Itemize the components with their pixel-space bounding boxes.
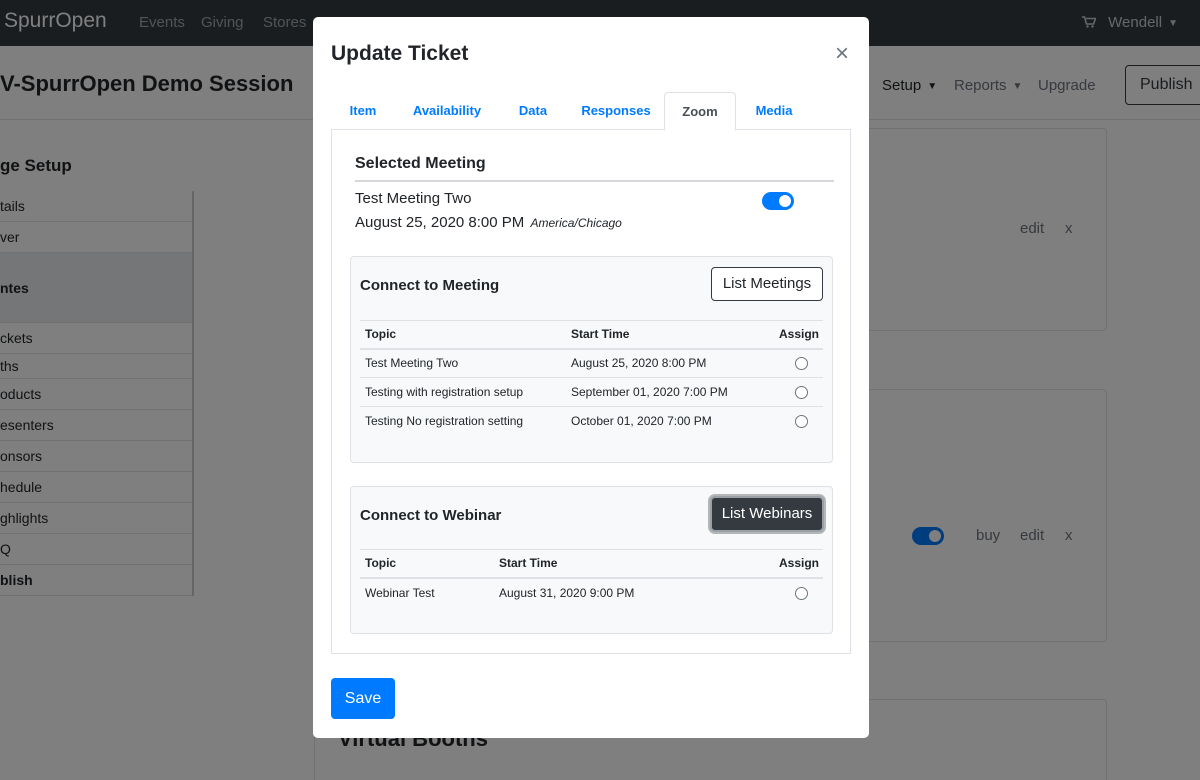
list-webinars-button[interactable]: List Webinars [710,496,824,532]
assign-radio[interactable] [795,586,808,600]
update-ticket-modal: Update Ticket × Item Availability Data R… [313,17,869,738]
table-row: Testing with registration setup Septembe… [360,377,823,407]
meeting-topic: Testing No registration setting [365,414,524,429]
tab-data[interactable]: Data [501,92,565,130]
column-header-assign: Assign [764,320,823,350]
meeting-topic: Testing with registration setup [360,377,566,407]
selected-meeting-heading: Selected Meeting [355,155,486,172]
meeting-topic: Test Meeting Two [360,348,566,378]
tab-responses[interactable]: Responses [569,92,663,130]
selected-meeting-datetime: August 25, 2020 8:00 PM America/Chicago [355,214,622,231]
modal-title: Update Ticket [331,42,469,65]
column-header-start-time: Start Time [566,320,765,350]
connect-meeting-card: Connect to Meeting List Meetings Topic S… [350,256,833,463]
column-header-assign: Assign [740,549,823,579]
tab-media[interactable]: Media [742,92,806,130]
table-row: Testing No registration setting October … [360,407,823,436]
column-header-topic: Topic [360,320,566,350]
meeting-enabled-toggle[interactable] [762,192,794,210]
selected-meeting-name: Test Meeting Two [355,190,472,207]
save-button[interactable]: Save [331,678,395,719]
assign-radio[interactable] [795,386,808,400]
assign-radio[interactable] [795,415,808,429]
divider [355,180,834,182]
connect-webinar-card: Connect to Webinar List Webinars Topic S… [350,486,833,634]
table-row: Test Meeting Two August 25, 2020 8:00 PM [360,348,823,378]
zoom-tab-pane: Selected Meeting Test Meeting Two August… [331,129,851,654]
webinar-topic: Webinar Test [365,585,435,600]
meeting-start-time: August 25, 2020 8:00 PM [566,348,765,378]
meeting-start-time: September 01, 2020 7:00 PM [566,377,765,407]
column-header-start-time: Start Time [494,549,741,579]
meeting-start-time: October 01, 2020 7:00 PM [571,414,712,429]
meeting-timezone: America/Chicago [530,216,622,230]
close-icon[interactable]: × [831,42,853,66]
assign-radio[interactable] [795,357,808,371]
meeting-datetime: August 25, 2020 8:00 PM [355,214,525,231]
tab-item[interactable]: Item [331,92,395,130]
webinars-table: Topic Start Time Assign Webinar Test Aug… [360,549,823,607]
assign-cell [740,578,823,607]
connect-webinar-title: Connect to Webinar [360,507,502,524]
column-header-topic: Topic [360,549,494,579]
tab-zoom[interactable]: Zoom [664,92,736,131]
assign-cell [765,407,823,436]
table-row: Webinar Test August 31, 2020 9:00 PM [360,578,823,607]
connect-meeting-title: Connect to Meeting [360,277,500,294]
list-meetings-button[interactable]: List Meetings [711,267,823,301]
assign-cell [764,348,823,378]
webinar-start-time: August 31, 2020 9:00 PM [499,585,635,600]
tab-availability[interactable]: Availability [399,92,495,130]
meetings-table: Topic Start Time Assign Test Meeting Two… [360,320,823,436]
assign-cell [764,377,823,407]
modal-tabs: Item Availability Data Responses Zoom Me… [331,92,851,131]
toggle-knob [779,195,791,207]
